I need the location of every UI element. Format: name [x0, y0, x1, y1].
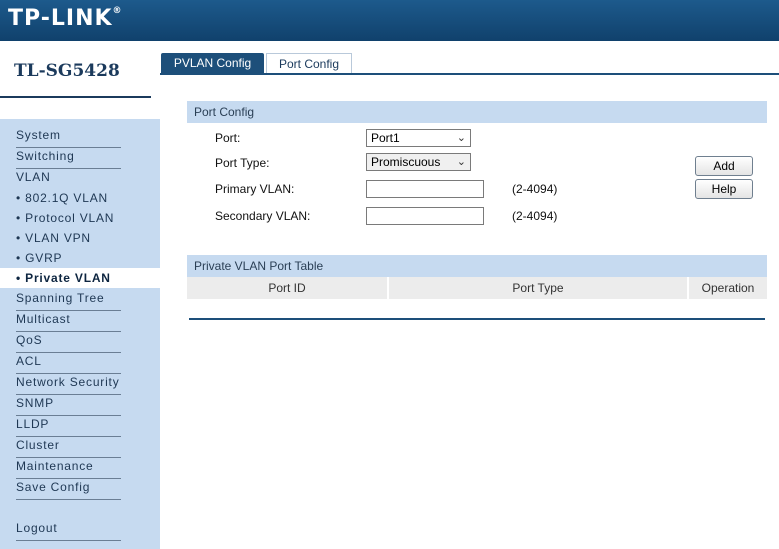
menu-item-protocol-vlan[interactable]: • Protocol VLAN [16, 210, 121, 230]
secondary-vlan-input[interactable] [366, 207, 484, 225]
table-bottom-rule [189, 318, 765, 320]
menu-item-cluster[interactable]: Cluster [16, 437, 121, 458]
model-divider [0, 96, 151, 98]
chevron-down-icon: ⌄ [456, 132, 466, 144]
primary-vlan-input[interactable] [366, 180, 484, 198]
primary-vlan-label: Primary VLAN: [215, 182, 295, 196]
port-config-header: Port Config [187, 101, 767, 123]
chevron-down-icon: ⌄ [456, 156, 466, 168]
add-button[interactable]: Add [695, 156, 753, 176]
menu-item-vlan-vpn[interactable]: • VLAN VPN [16, 230, 121, 250]
menu-item-maintenance[interactable]: Maintenance [16, 458, 121, 479]
tab-port-config[interactable]: Port Config [266, 53, 352, 74]
column-header-port-type: Port Type [389, 277, 687, 299]
port-select-value: Port1 [371, 131, 400, 145]
menu-item-system[interactable]: System [16, 127, 121, 148]
menu-item-lldp[interactable]: LLDP [16, 416, 121, 437]
tp-link-logo: TP-LINK® [8, 6, 123, 31]
primary-vlan-range-hint: (2-4094) [512, 182, 558, 196]
menu-item-logout[interactable]: Logout [16, 520, 121, 541]
port-select[interactable]: Port1 ⌄ [366, 129, 471, 147]
secondary-vlan-label: Secondary VLAN: [215, 209, 311, 223]
menu-item-8021q-vlan[interactable]: • 802.1Q VLAN [16, 190, 121, 210]
menu-item-switching[interactable]: Switching [16, 148, 121, 169]
port-type-select-value: Promiscuous [371, 155, 441, 169]
menu-item-acl[interactable]: ACL [16, 353, 121, 374]
column-header-port-id: Port ID [187, 277, 387, 299]
menu-item-vlan[interactable]: VLAN [16, 169, 121, 189]
port-label: Port: [215, 131, 241, 145]
top-banner: TP-LINK® [0, 0, 779, 41]
menu-item-snmp[interactable]: SNMP [16, 395, 121, 416]
menu-item-save-config[interactable]: Save Config [16, 479, 121, 500]
port-type-label: Port Type: [215, 156, 270, 170]
menu-item-qos[interactable]: QoS [16, 332, 121, 353]
port-table-header: Private VLAN Port Table [187, 255, 767, 277]
menu-item-spanning-tree[interactable]: Spanning Tree [16, 290, 121, 311]
column-header-operation: Operation [689, 277, 767, 299]
port-type-select[interactable]: Promiscuous ⌄ [366, 153, 471, 171]
menu-item-private-vlan[interactable]: • Private VLAN [0, 268, 160, 288]
menu-item-gvrp[interactable]: • GVRP [16, 250, 121, 270]
help-button[interactable]: Help [695, 179, 753, 199]
menu-item-network-security[interactable]: Network Security [16, 374, 121, 395]
device-model: TL-SG5428 [14, 61, 120, 81]
tab-pvlan-config[interactable]: PVLAN Config [161, 53, 264, 73]
tab-underline [160, 73, 779, 75]
secondary-vlan-range-hint: (2-4094) [512, 209, 558, 223]
menu-item-multicast[interactable]: Multicast [16, 311, 121, 332]
